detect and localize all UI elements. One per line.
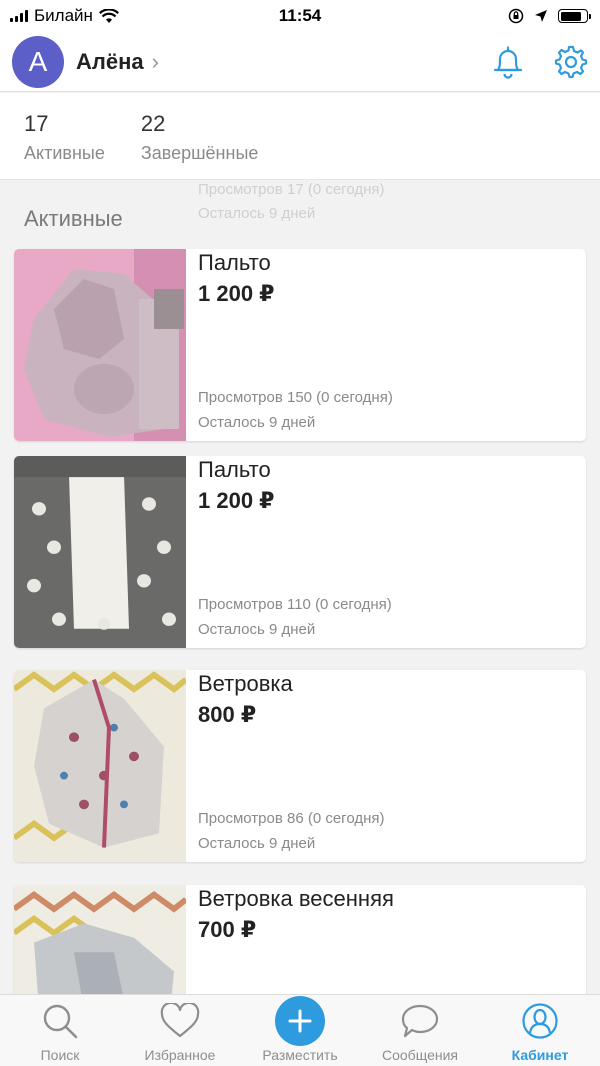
stat-completed[interactable]: 22 Завершённые	[141, 111, 259, 179]
section-title: Активные	[24, 206, 123, 231]
listing-title: Ветровка весенняя	[198, 886, 394, 911]
tab-messages[interactable]: Сообщения	[360, 995, 480, 1066]
location-arrow-icon	[535, 10, 547, 22]
listing-price: 1 200 ₽	[198, 281, 275, 306]
profile-name[interactable]: Алёна	[76, 49, 144, 75]
cellular-signal-icon	[10, 10, 28, 22]
pink-coat-photo	[14, 249, 186, 441]
stat-count: 17	[24, 111, 49, 136]
listing-remaining: Осталось 9 дней	[198, 621, 316, 638]
stat-active[interactable]: 17 Активные	[24, 111, 105, 179]
tab-favorites[interactable]: Избранное	[120, 995, 240, 1066]
status-bar: Билайн 11:54	[0, 0, 600, 32]
listing-card[interactable]: Пальто 1 200 ₽ Просмотров 110 (0 сегодня…	[14, 456, 586, 648]
listing-views: Просмотров 86 (0 сегодня)	[198, 810, 385, 827]
listing-title: Пальто	[198, 250, 271, 275]
plus-icon	[275, 996, 325, 1046]
heart-icon	[160, 1003, 200, 1038]
tab-bar: Поиск Избранное Разместить Сообщения Каб…	[0, 994, 600, 1066]
listing-title: Пальто	[198, 457, 271, 482]
battery-icon	[558, 9, 591, 23]
tab-cabinet[interactable]: Кабинет	[480, 995, 600, 1066]
listing-card[interactable]: Ветровка 800 ₽ Просмотров 86 (0 сегодня)…	[14, 670, 586, 862]
bell-icon[interactable]	[492, 45, 524, 79]
listing-price: 700 ₽	[198, 917, 257, 942]
tab-label: Поиск	[40, 1047, 80, 1063]
rotation-lock-icon	[508, 8, 524, 24]
grey-star-coat-photo	[14, 456, 186, 648]
stats-panel: 17 Активные 22 Завершённые	[0, 93, 600, 180]
settings-gear-icon[interactable]	[554, 45, 588, 79]
stat-label: Завершённые	[140, 143, 259, 163]
tab-label: Кабинет	[511, 1047, 569, 1063]
listing-remaining: Осталось 9 дней	[198, 414, 316, 431]
stat-count: 22	[140, 111, 166, 136]
wifi-icon	[98, 8, 119, 23]
tab-label: Разместить	[262, 1047, 338, 1063]
listing-views: Просмотров 110 (0 сегодня)	[198, 596, 392, 613]
avatar[interactable]: А	[12, 35, 64, 88]
profile-header: А Алёна ›	[0, 32, 600, 92]
tab-label: Избранное	[144, 1047, 216, 1063]
tab-label: Сообщения	[382, 1047, 458, 1063]
carrier-name: Билайн	[34, 6, 93, 25]
listing-price: 1 200 ₽	[198, 488, 275, 513]
listing-views: Просмотров 150 (0 сегодня)	[198, 389, 393, 406]
search-icon	[43, 1004, 78, 1039]
listing-title: Ветровка	[198, 671, 293, 696]
scrolled-ghost-text: Просмотров 17 (0 сегодня) Осталось 9 дне…	[198, 178, 385, 226]
profile-icon	[522, 1003, 558, 1039]
ghost-views: Просмотров 17 (0 сегодня)	[198, 181, 385, 198]
listing-card[interactable]: Пальто 1 200 ₽ Просмотров 150 (0 сегодня…	[14, 249, 586, 441]
printed-windbreaker-photo	[14, 670, 186, 862]
chat-bubble-icon	[401, 1004, 439, 1038]
ghost-remaining: Осталось 9 дней	[198, 205, 316, 222]
listing-remaining: Осталось 9 дней	[198, 835, 316, 852]
listing-price: 800 ₽	[198, 702, 257, 727]
chevron-right-icon[interactable]: ›	[152, 49, 159, 75]
tab-search[interactable]: Поиск	[0, 995, 120, 1066]
tab-post-ad[interactable]: Разместить	[240, 995, 360, 1066]
stat-label: Активные	[24, 143, 105, 163]
battery-level	[560, 11, 581, 21]
